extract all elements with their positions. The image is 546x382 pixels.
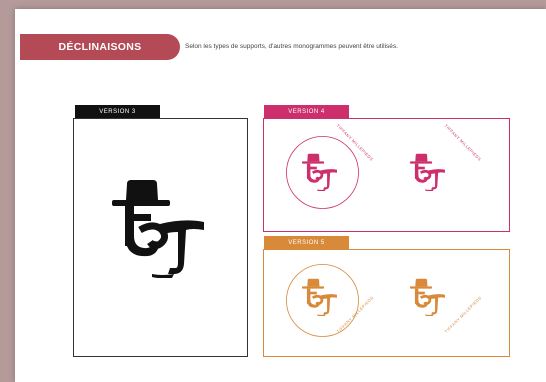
section-title: DÉCLINAISONS [20,34,180,60]
monogram-orange-icon [410,275,448,319]
monogram-orange-badge-icon [302,275,340,319]
version-5-tag: VERSION 5 [264,236,349,249]
monogram-pink-icon [410,150,448,194]
version-3-tag: VERSION 3 [75,105,160,118]
monogram-pink-badge-icon [302,150,340,194]
version-4-tag: VERSION 4 [264,105,349,118]
section-description: Selon les types de supports, d'autres mo… [185,43,398,50]
monogram-black-icon [112,168,212,288]
